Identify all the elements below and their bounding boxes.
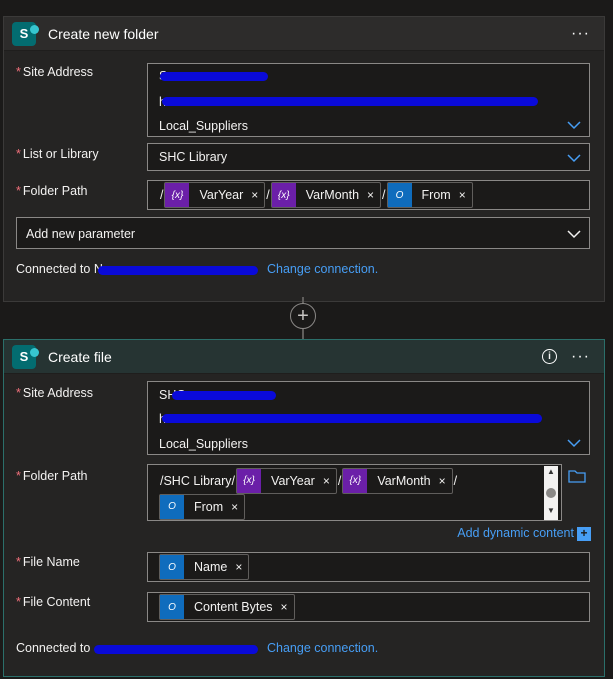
site-address-value: Local_Suppliers (159, 119, 248, 133)
site-address-dropdown[interactable]: SHC h Local_Suppliers (147, 381, 590, 455)
token-content-bytes[interactable]: O Content Bytes × (159, 594, 295, 620)
redaction (160, 72, 268, 81)
create-file-card: S Create file i ··· *Site Address SHC h … (3, 339, 605, 677)
token-varyear[interactable]: {x} VarYear × (164, 182, 266, 208)
redaction (162, 414, 542, 423)
add-dynamic-content-link[interactable]: Add dynamic content (457, 526, 574, 540)
more-options-icon[interactable]: ··· (571, 348, 590, 366)
token-from[interactable]: O From × (386, 182, 473, 208)
chevron-down-icon[interactable] (567, 436, 581, 450)
card-title: Create file (48, 348, 112, 365)
folder-path-row: * Folder Path / {x} VarYear × / {x} VarMonth × / O… (16, 180, 592, 212)
site-address-row: *Site Address S h Local_Suppliers (16, 63, 592, 139)
info-icon[interactable]: i (542, 349, 558, 364)
scrollbar[interactable]: ▲ ▼ (544, 466, 558, 520)
remove-token-icon[interactable]: × (439, 468, 446, 494)
remove-token-icon[interactable]: × (231, 494, 238, 520)
token-varyear[interactable]: {x} VarYear × (236, 467, 337, 494)
list-library-value: SHC Library (159, 150, 228, 164)
token-varmonth[interactable]: {x} VarMonth × (342, 467, 453, 494)
change-connection-link[interactable]: Change connection. (267, 262, 378, 276)
site-address-dropdown[interactable]: S h Local_Suppliers (147, 63, 590, 137)
site-address-row: *Site Address SHC h Local_Suppliers (16, 381, 592, 457)
variable-icon: {x} (271, 183, 296, 207)
chevron-down-icon[interactable] (567, 118, 581, 132)
list-library-row: * List or Library SHC Library (16, 143, 592, 173)
chevron-down-icon[interactable] (567, 227, 581, 241)
remove-token-icon[interactable]: × (367, 188, 374, 202)
create-new-folder-card: S Create new folder ··· *Site Address S … (3, 16, 605, 302)
remove-token-icon[interactable]: × (251, 188, 258, 202)
folder-path-label: * Folder Path (16, 469, 88, 483)
list-library-dropdown[interactable]: SHC Library (147, 143, 590, 171)
scrollbar-thumb[interactable] (546, 488, 556, 498)
add-step-button[interactable]: + (290, 303, 316, 329)
variable-icon: {x} (165, 183, 190, 207)
sharepoint-icon: S (12, 21, 39, 46)
add-new-parameter-dropdown[interactable]: Add new parameter (16, 217, 590, 249)
site-address-label: * Site Address (16, 386, 94, 400)
variable-icon: {x} (237, 468, 262, 493)
scroll-down-icon[interactable]: ▼ (547, 506, 555, 516)
file-content-label: * File Content (16, 595, 91, 609)
card-title: Create new folder (48, 25, 159, 42)
file-name-input[interactable]: O Name × (147, 552, 590, 582)
redaction (172, 391, 276, 400)
remove-token-icon[interactable]: × (459, 188, 466, 202)
redaction (162, 97, 538, 106)
folder-path-label: * Folder Path (16, 184, 88, 198)
token-varmonth[interactable]: {x} VarMonth × (270, 182, 382, 208)
connection-info: Connected to Change connection. (16, 641, 379, 655)
folder-path-row: * Folder Path /SHC Library/{x} VarYear × / {x… (16, 464, 592, 548)
outlook-icon: O (160, 555, 184, 579)
card-header[interactable]: S Create new folder ··· (4, 17, 604, 51)
change-connection-link[interactable]: Change connection. (267, 641, 378, 655)
redaction (98, 266, 258, 275)
variable-icon: {x} (343, 468, 368, 493)
file-content-input[interactable]: O Content Bytes × (147, 592, 590, 622)
chevron-down-icon[interactable] (567, 151, 581, 165)
file-name-label: * File Name (16, 555, 80, 569)
scroll-up-icon[interactable]: ▲ (547, 467, 555, 477)
more-options-icon[interactable]: ··· (571, 25, 590, 43)
file-content-row: * File Content O Content Bytes × (16, 592, 592, 624)
list-library-label: * List or Library (16, 147, 99, 161)
redaction (94, 645, 258, 654)
token-from[interactable]: O From × (159, 494, 246, 521)
remove-token-icon[interactable]: × (235, 560, 242, 574)
folder-icon[interactable] (568, 469, 586, 483)
connector-line (302, 329, 304, 339)
site-address-label: * Site Address (16, 65, 94, 79)
outlook-icon: O (387, 183, 412, 207)
sharepoint-icon: S (12, 344, 39, 369)
remove-token-icon[interactable]: × (323, 468, 330, 494)
folder-path-input[interactable]: /SHC Library/{x} VarYear × / {x} VarMonth × / O F… (147, 464, 562, 521)
add-dynamic-content-icon[interactable]: + (577, 527, 591, 541)
folder-path-input[interactable]: / {x} VarYear × / {x} VarMonth × / O From × (147, 180, 590, 210)
site-address-value: Local_Suppliers (159, 437, 248, 451)
token-name[interactable]: O Name × (159, 554, 250, 580)
file-name-row: * File Name O Name × (16, 552, 592, 584)
outlook-icon: O (160, 495, 184, 520)
outlook-icon: O (160, 595, 184, 619)
remove-token-icon[interactable]: × (281, 600, 288, 614)
card-header[interactable]: S Create file i ··· (4, 340, 604, 374)
connection-info: Connected to N Change connection. (16, 262, 379, 276)
